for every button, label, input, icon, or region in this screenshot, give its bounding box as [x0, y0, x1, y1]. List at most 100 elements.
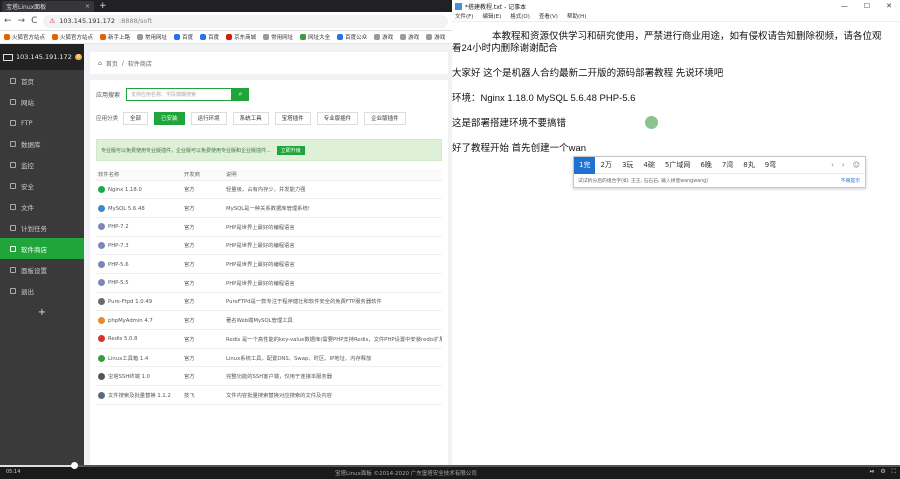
- monitor-icon: [3, 53, 13, 61]
- new-tab-button[interactable]: +: [99, 1, 107, 11]
- table-row[interactable]: PHP-7.2 官方 PHP是世界上最好的编程语言: [96, 217, 442, 237]
- bookmark-item[interactable]: 火狐官方站点: [4, 33, 45, 41]
- search-input[interactable]: 支持应用名称、字段模糊搜索: [126, 87, 233, 101]
- play-pause-icon[interactable]: ⏯: [870, 468, 875, 476]
- tab-close-icon[interactable]: ×: [85, 3, 90, 10]
- category-tab[interactable]: 宝塔插件: [274, 111, 311, 125]
- notepad-text-area[interactable]: 本教程和资源仅供学习和研究使用，严禁进行商业用途，如有侵权请告知删除视频，请各位…: [452, 22, 900, 155]
- add-menu-button[interactable]: +: [0, 307, 84, 318]
- minimize-icon[interactable]: —: [841, 2, 848, 10]
- sidebar: 103.145.191.172 0 首页 网站 FTP 数据库 监控 安全 文件 计划任务 软件…: [0, 44, 84, 465]
- screen: 宝塔Linux面板 × + ← → C ⚠ 103.145.191.172:88…: [0, 0, 900, 479]
- ime-candidate[interactable]: 4碗: [638, 157, 659, 174]
- developer-cell: 官方: [182, 236, 224, 256]
- search-button[interactable]: ⌕: [232, 87, 250, 101]
- ime-candidate[interactable]: 2万: [595, 157, 616, 174]
- table-row[interactable]: 宝塔SSH终端 1.0 官方 完整功能的SSH客户端，仅用于连接本服务器: [96, 366, 442, 387]
- table-row[interactable]: PHP-5.5 官方 PHP是世界上最好的编程语言: [96, 273, 442, 293]
- category-tab[interactable]: 已安装: [154, 111, 185, 125]
- search-icon: ⌕: [238, 89, 243, 98]
- sidebar-item[interactable]: FTP: [0, 112, 84, 133]
- back-button[interactable]: ←: [4, 16, 12, 26]
- ime-candidate[interactable]: 3玩: [617, 157, 638, 174]
- bookmark-item[interactable]: 百度: [200, 33, 219, 41]
- forward-button[interactable]: →: [18, 16, 26, 26]
- bookmarks-bar: 火狐官方站点 火狐官方站点 新手上路 常用网址 百度 百度 京东商城 常用网址 …: [0, 31, 452, 44]
- bookmark-item[interactable]: 火狐官方站点: [52, 33, 93, 41]
- software-name-cell: 文件搜索及批量替换 1.1.2: [96, 385, 182, 405]
- fullscreen-icon[interactable]: ⛶: [892, 468, 896, 476]
- bookmark-item[interactable]: 常用网址: [263, 33, 293, 41]
- table-row[interactable]: 文件搜索及批量替换 1.1.2 技飞 文件内容批量搜索替换对应搜索的文件及内容: [96, 385, 442, 405]
- table-row[interactable]: MySQL 5.6.48 官方 MySQL是一种关系数据库管理系统!: [96, 198, 442, 218]
- software-name: PHP-5.6: [108, 261, 129, 268]
- software-icon: [98, 297, 105, 305]
- sidebar-item[interactable]: 文件: [0, 196, 84, 217]
- bookmark-item[interactable]: 百度公众: [337, 33, 367, 41]
- sidebar-item[interactable]: 软件商店: [0, 238, 84, 259]
- progress-bar[interactable]: [0, 462, 900, 469]
- bookmark-item[interactable]: 百度: [174, 33, 193, 41]
- table-row[interactable]: Pure-Ftpd 1.0.49 官方 PureFTPd是一款专注于程序健壮和软件安…: [96, 292, 442, 312]
- ime-candidate[interactable]: 5广域网: [660, 157, 695, 174]
- sidebar-item[interactable]: 面板设置: [0, 259, 84, 280]
- bookmark-item[interactable]: 网址大全: [300, 33, 330, 41]
- bookmark-item[interactable]: 常用网址: [137, 33, 167, 41]
- table-row[interactable]: phpMyAdmin 4.7 官方 著名Web端MySQL管理工具: [96, 310, 442, 330]
- settings-icon[interactable]: ⚙: [880, 468, 885, 476]
- url-path: :8888/soft: [119, 17, 153, 25]
- close-icon[interactable]: ✕: [886, 2, 892, 10]
- category-tab[interactable]: 全部: [123, 111, 149, 125]
- browser-toolbar: ← → C ⚠ 103.145.191.172:8888/soft: [0, 12, 452, 31]
- address-bar[interactable]: ⚠ 103.145.191.172:8888/soft: [43, 14, 448, 28]
- maximize-icon[interactable]: ☐: [864, 2, 870, 10]
- chevron-right-icon[interactable]: ›: [842, 161, 845, 169]
- bookmark-item[interactable]: 游戏: [374, 33, 393, 41]
- table-row[interactable]: Nginx 1.18.0 官方 轻量级，占有内存少，并发能力强: [96, 180, 442, 200]
- software-name-cell: PHP-5.5: [96, 273, 182, 293]
- table-row[interactable]: Redis 5.0.8 官方 Redis 是一个高性能的key-value数据库(需…: [96, 329, 442, 349]
- sidebar-item[interactable]: 数据库: [0, 133, 84, 154]
- menu-format[interactable]: 格式(O): [510, 12, 530, 21]
- software-name-cell: Pure-Ftpd 1.0.49: [96, 292, 182, 312]
- software-table: 软件名称 开发商 说明 Nginx 1.18.0 官方 轻量级，占有内存少，并发能力…: [96, 169, 442, 405]
- menu-help[interactable]: 帮助(H): [567, 12, 586, 21]
- category-tab[interactable]: 企业版插件: [364, 111, 406, 125]
- ime-candidate[interactable]: 8丸: [738, 157, 759, 174]
- notification-badge[interactable]: 0: [74, 54, 83, 60]
- sidebar-item[interactable]: 计划任务: [0, 217, 84, 238]
- sidebar-item[interactable]: 首页: [0, 70, 84, 91]
- chevron-left-icon[interactable]: ‹: [831, 161, 834, 169]
- category-tab[interactable]: 运行环境: [190, 111, 227, 125]
- menu-edit[interactable]: 编辑(E): [482, 12, 501, 21]
- ime-hide-link[interactable]: 不再提示: [841, 177, 865, 184]
- sidebar-item[interactable]: 退出: [0, 280, 84, 301]
- bookmark-item[interactable]: 游戏: [400, 33, 419, 41]
- table-row[interactable]: PHP-5.6 官方 PHP是世界上最好的编程语言: [96, 254, 442, 274]
- ime-candidate[interactable]: 7湾: [717, 157, 738, 174]
- bookmark-item[interactable]: 游戏: [426, 33, 445, 41]
- sidebar-item[interactable]: 安全: [0, 175, 84, 196]
- category-tab[interactable]: 专业版插件: [316, 111, 359, 125]
- table-row[interactable]: Linux工具箱 1.4 官方 Linux系统工具，配置DNS、Swap、时区、IP…: [96, 348, 442, 368]
- ime-candidate[interactable]: 9弯: [760, 157, 781, 174]
- developer-cell: 官方: [182, 310, 224, 330]
- reload-button[interactable]: C: [31, 16, 37, 26]
- software-name: PHP-5.5: [108, 280, 129, 287]
- browser-window: 宝塔Linux面板 × + ← → C ⚠ 103.145.191.172:88…: [0, 0, 452, 465]
- table-row[interactable]: PHP-7.3 官方 PHP是世界上最好的编程语言: [96, 236, 442, 256]
- category-tab[interactable]: 系统工具: [232, 111, 269, 125]
- menu-view[interactable]: 查看(V): [539, 12, 558, 21]
- upgrade-button[interactable]: 立即升级: [276, 145, 305, 155]
- browser-tab[interactable]: 宝塔Linux面板 ×: [2, 0, 94, 12]
- ime-candidate[interactable]: 1完: [574, 156, 596, 174]
- bookmark-item[interactable]: 新手上路: [100, 33, 130, 41]
- ime-candidate[interactable]: 6晚: [695, 157, 716, 174]
- progress-knob[interactable]: [70, 462, 78, 469]
- emoji-icon[interactable]: ☺: [853, 161, 860, 169]
- sidebar-item[interactable]: 网站: [0, 91, 84, 112]
- menu-file[interactable]: 文件(F): [455, 12, 473, 21]
- breadcrumb-home[interactable]: 首页: [106, 59, 118, 68]
- bookmark-item[interactable]: 京东商城: [226, 33, 256, 41]
- sidebar-item[interactable]: 监控: [0, 154, 84, 175]
